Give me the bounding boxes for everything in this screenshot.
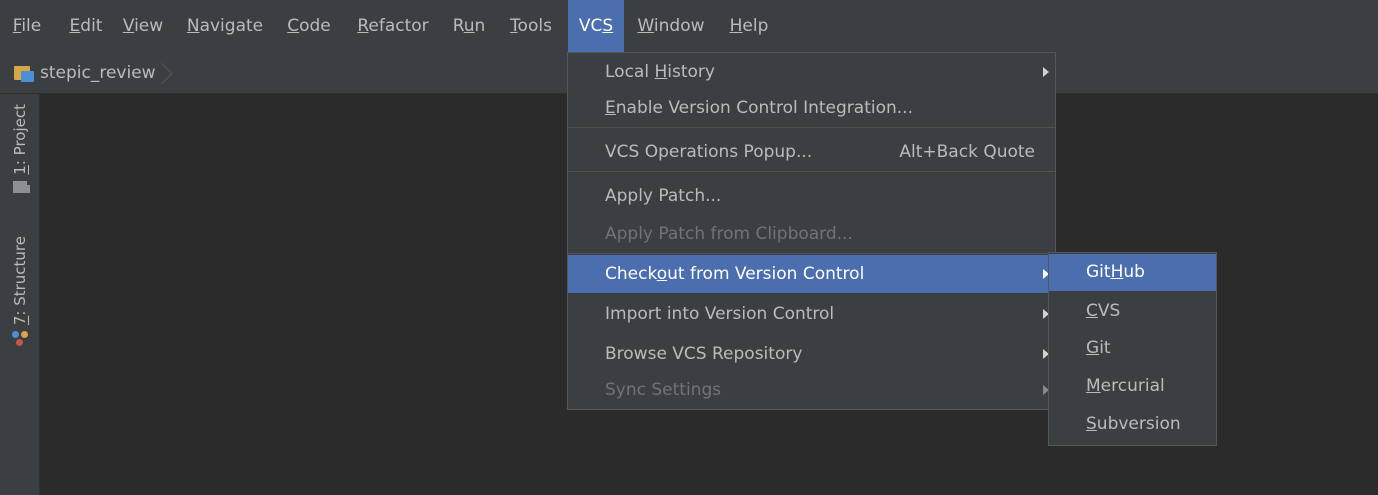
menu-item-label: VCS Operations Popup... [605, 142, 813, 162]
menu-item-label: Mercurial [1086, 376, 1165, 396]
menu-item-label: Local History [605, 62, 715, 82]
checkout-submenu-popup: GitHub CVS Git Mercurial Subversion [1048, 252, 1217, 446]
menu-item-label: Sync Settings [605, 380, 722, 400]
menu-item-import-into-vcs[interactable]: Import into Version Control [568, 295, 1055, 333]
breadcrumb-project[interactable]: stepic_review [14, 52, 172, 94]
menu-vcs[interactable]: VCS [568, 0, 624, 52]
menu-item-label: Enable Version Control Integration... [605, 98, 913, 118]
submenu-item-github[interactable]: GitHub [1049, 254, 1216, 291]
project-folder-icon [14, 64, 34, 82]
menu-label: ile [21, 16, 42, 36]
tab-project-label: 1: Project [11, 104, 29, 175]
menu-label: VC [578, 16, 603, 36]
menu-item-label: Import into Version Control [605, 304, 835, 324]
menu-help[interactable]: Help [725, 0, 773, 52]
menu-item-label: GitHub [1086, 262, 1145, 282]
tab-label-text: : Structure [11, 236, 29, 316]
menu-label: indow [653, 16, 705, 36]
menu-view[interactable]: View [117, 0, 169, 52]
tab-mnemonic: 1 [11, 165, 29, 175]
menu-tools[interactable]: Tools [502, 0, 560, 52]
tab-project[interactable]: 1: Project [0, 104, 40, 193]
menu-item-browse-vcs-repository[interactable]: Browse VCS Repository [568, 335, 1055, 373]
menu-mnemonic: R [357, 16, 369, 36]
menu-item-label: Browse VCS Repository [605, 344, 803, 364]
menu-item-label: Subversion [1086, 414, 1181, 434]
menu-mnemonic: S [602, 16, 614, 36]
menu-separator [568, 171, 1055, 172]
menu-navigate[interactable]: Navigate [180, 0, 270, 52]
menu-mnemonic: N [186, 16, 200, 36]
menu-item-label: CVS [1086, 301, 1121, 321]
project-icon [13, 180, 30, 193]
menu-label: efactor [368, 16, 429, 36]
vcs-menu-popup: Local History Enable Version Control Int… [567, 52, 1056, 410]
menu-item-label: Apply Patch from Clipboard... [605, 224, 853, 244]
menu-item-apply-patch[interactable]: Apply Patch... [568, 177, 1055, 215]
menu-mnemonic: u [463, 16, 475, 36]
menu-mnemonic: T [510, 16, 518, 36]
menu-label: ode [299, 16, 331, 36]
menu-label: elp [742, 16, 769, 36]
menu-mnemonic: H [729, 16, 743, 36]
menu-label: avigate [199, 16, 264, 36]
menu-item-enable-vcs-integration[interactable]: Enable Version Control Integration... [568, 89, 1055, 127]
menu-item-label: Apply Patch... [605, 186, 722, 206]
menu-window[interactable]: Window [630, 0, 712, 52]
menu-label: ools [517, 16, 552, 36]
tab-label-text: : Project [11, 104, 29, 166]
menu-bar: File Edit View Navigate Code Refactor Ru… [0, 0, 1378, 52]
tab-mnemonic: 7 [11, 315, 29, 326]
menu-label: iew [134, 16, 164, 36]
tool-window-sidebar: 1: Project 7: Structure [0, 94, 40, 495]
menu-refactor[interactable]: Refactor [350, 0, 436, 52]
menu-item-sync-settings: Sync Settings [568, 371, 1055, 409]
menu-mnemonic: W [637, 16, 654, 36]
menu-label: R [452, 16, 464, 36]
menu-mnemonic: V [122, 16, 135, 36]
menu-item-local-history[interactable]: Local History [568, 53, 1055, 91]
menu-label: n [474, 16, 486, 36]
menu-label: dit [80, 16, 103, 36]
breadcrumb-separator-icon [162, 52, 172, 94]
menu-separator [568, 253, 1055, 254]
submenu-item-subversion[interactable]: Subversion [1049, 406, 1216, 443]
submenu-item-cvs[interactable]: CVS [1049, 293, 1216, 330]
menu-run[interactable]: Run [447, 0, 491, 52]
menu-item-vcs-operations-popup[interactable]: VCS Operations Popup... Alt+Back Quote [568, 133, 1055, 171]
tab-structure[interactable]: 7: Structure [0, 236, 40, 347]
tab-structure-label: 7: Structure [11, 236, 29, 325]
menu-edit[interactable]: Edit [65, 0, 107, 52]
menu-item-checkout-from-vcs[interactable]: Checkout from Version Control [568, 255, 1055, 293]
menu-item-shortcut: Alt+Back Quote [899, 142, 1035, 162]
submenu-item-git[interactable]: Git [1049, 330, 1216, 367]
submenu-item-mercurial[interactable]: Mercurial [1049, 368, 1216, 405]
menu-mnemonic: C [287, 16, 300, 36]
project-name: stepic_review [40, 63, 156, 83]
menu-file[interactable]: File [8, 0, 46, 52]
menu-mnemonic: E [69, 16, 81, 36]
menu-item-label: Git [1086, 338, 1111, 358]
submenu-arrow-icon [1043, 67, 1049, 77]
menu-item-apply-patch-from-clipboard: Apply Patch from Clipboard... [568, 215, 1055, 253]
structure-icon [12, 331, 28, 347]
menu-item-label: Checkout from Version Control [605, 264, 865, 284]
menu-separator [568, 127, 1055, 128]
menu-code[interactable]: Code [281, 0, 337, 52]
